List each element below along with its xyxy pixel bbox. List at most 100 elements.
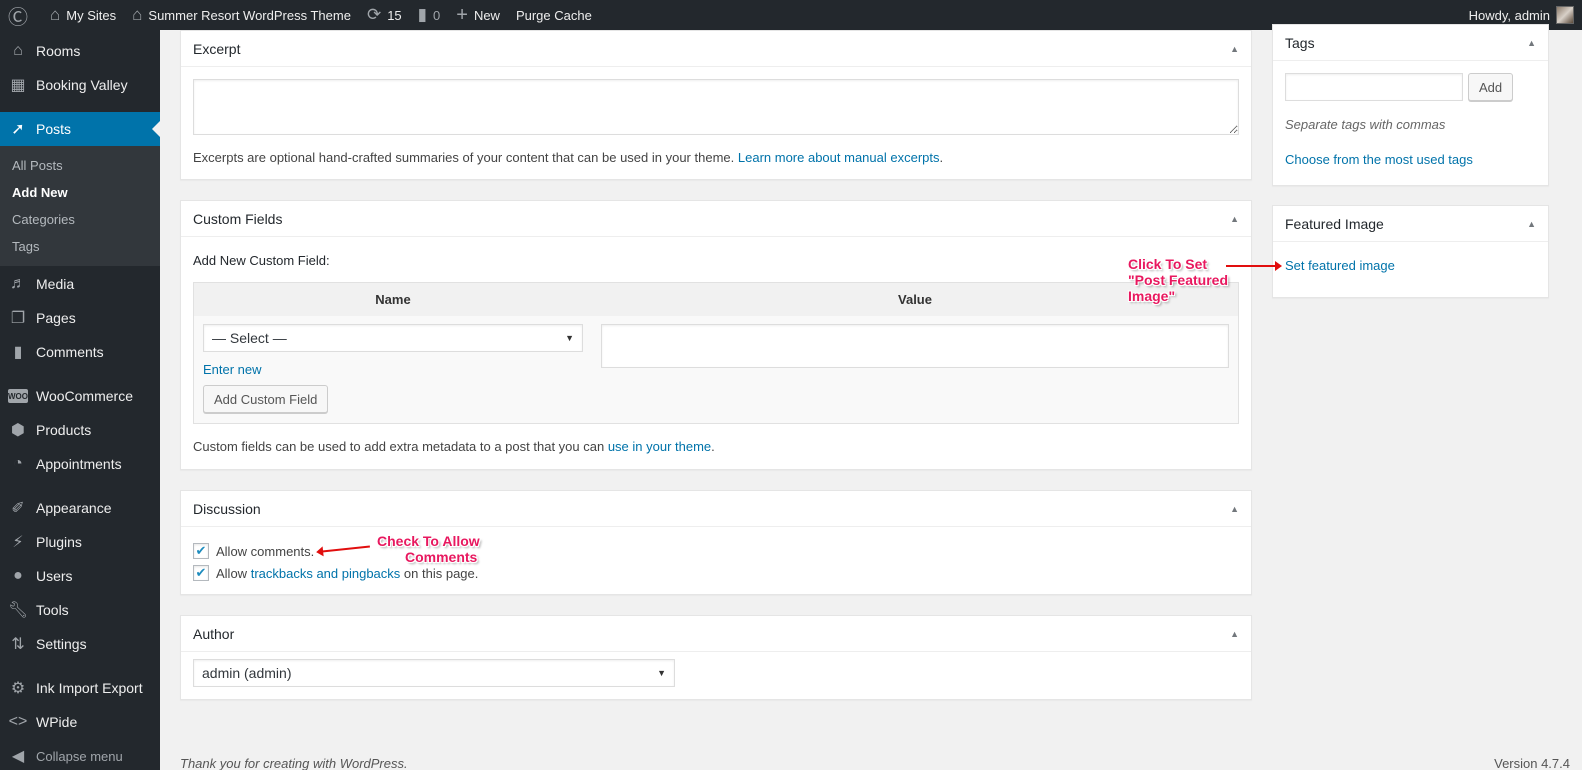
column-header-name: Name	[375, 292, 411, 307]
annotation-line: "Post Featured	[1128, 272, 1228, 288]
custom-field-value-textarea[interactable]	[601, 324, 1229, 368]
sidebar-item-label: Appointments	[36, 456, 122, 472]
sidebar-item-pages[interactable]: ❐ Pages	[0, 301, 160, 335]
sidebar-item-label: Tools	[36, 602, 69, 618]
sidebar-item-settings[interactable]: ⇅ Settings	[0, 627, 160, 661]
sidebar-item-rooms[interactable]: ⌂ Rooms	[0, 34, 160, 68]
custom-fields-title: Custom Fields	[193, 210, 283, 227]
custom-fields-table: Name Value — Select — ▼ Enter new Add Cu…	[193, 282, 1239, 424]
sidebar-item-woocommerce[interactable]: WOO WooCommerce	[0, 379, 160, 413]
tag-input[interactable]	[1285, 73, 1463, 101]
comment-icon: ▮	[417, 5, 428, 24]
sidebar-item-users[interactable]: ● Users	[0, 559, 160, 593]
allow-trackbacks-checkbox[interactable]: ✔	[193, 565, 209, 581]
site-name-menu[interactable]: ⌂ Summer Resort WordPress Theme	[124, 0, 359, 30]
wp-logo-button[interactable]: Ⓒ	[0, 0, 42, 30]
set-featured-image-link[interactable]: Set featured image	[1285, 258, 1395, 273]
chevron-down-icon: ▼	[657, 668, 666, 678]
select-value: admin (admin)	[202, 665, 292, 681]
wrench-icon: 🔧︎	[7, 602, 29, 619]
submenu-all-posts[interactable]: All Posts	[0, 152, 160, 179]
user-icon: ●	[13, 567, 23, 584]
sidebar-item-appearance[interactable]: ✐ Appearance	[0, 491, 160, 525]
allow-comments-label[interactable]: Allow comments.	[216, 544, 314, 559]
sidebar-item-label: Products	[36, 422, 92, 438]
new-content-menu[interactable]: + New	[448, 0, 508, 30]
submenu-categories[interactable]: Categories	[0, 206, 160, 233]
sidebar-item-products[interactable]: ⬢ Products	[0, 413, 160, 447]
custom-fields-header[interactable]: Custom Fields ▲	[181, 201, 1251, 237]
sidebar-item-plugins[interactable]: ⚡ Plugins	[0, 525, 160, 559]
sidebar-item-tools[interactable]: 🔧︎ Tools	[0, 593, 160, 627]
tags-header[interactable]: Tags ▲	[1273, 25, 1548, 61]
sidebar-item-label: Comments	[36, 344, 104, 360]
appointments-icon: ◔	[13, 455, 23, 472]
sidebar-item-appointments[interactable]: ◔ Appointments	[0, 447, 160, 481]
author-select[interactable]: admin (admin) ▼	[193, 659, 675, 687]
discussion-header[interactable]: Discussion ▲	[181, 491, 1251, 527]
annotation-featured-image: Click To Set "Post Featured Image"	[1128, 256, 1228, 304]
sidebar-item-label: WooCommerce	[36, 388, 133, 404]
allow-comments-checkbox[interactable]: ✔	[193, 543, 209, 559]
toggle-arrow-icon[interactable]: ▲	[1230, 214, 1239, 224]
excerpt-help: Excerpts are optional hand-crafted summa…	[193, 150, 1239, 165]
excerpt-textarea[interactable]	[193, 79, 1239, 135]
paintbrush-icon: ✐	[11, 500, 25, 517]
my-sites-menu[interactable]: ⌂ My Sites	[42, 0, 124, 30]
sidebar-item-label: Rooms	[36, 43, 81, 59]
sidebar-item-media[interactable]: ♬ Media	[0, 267, 160, 301]
wordpress-logo-icon: Ⓒ	[8, 6, 28, 29]
excerpt-help-text: Excerpts are optional hand-crafted summa…	[193, 150, 735, 165]
purge-cache-button[interactable]: Purge Cache	[508, 0, 600, 30]
pages-icon: ❐	[10, 310, 26, 327]
excerpt-header[interactable]: Excerpt ▲	[181, 31, 1251, 67]
sidebar-item-label: Users	[36, 568, 73, 584]
featured-image-header[interactable]: Featured Image ▲	[1273, 206, 1548, 242]
sidebar-item-posts[interactable]: ➚ Posts	[0, 112, 160, 146]
submenu-add-new[interactable]: Add New	[0, 179, 160, 206]
sidebar-item-label: Plugins	[36, 534, 82, 550]
sites-icon: ⌂	[50, 5, 61, 24]
sidebar-item-ink-import-export[interactable]: ⚙ Ink Import Export	[0, 671, 160, 705]
toggle-arrow-icon[interactable]: ▲	[1230, 44, 1239, 54]
sidebar-item-comments[interactable]: ▮ Comments	[0, 335, 160, 369]
sidebar-item-label: WPide	[36, 714, 78, 730]
pin-icon: ➚	[11, 121, 25, 138]
updates-menu[interactable]: ⟳ 15	[359, 0, 410, 30]
sidebar-item-booking-valley[interactable]: ▦ Booking Valley	[0, 68, 160, 102]
learn-more-excerpts-link[interactable]: Learn more about manual excerpts	[738, 150, 940, 165]
menu-separator	[0, 481, 160, 491]
toggle-arrow-icon[interactable]: ▲	[1527, 38, 1536, 48]
allow-prefix: Allow	[216, 565, 248, 581]
enter-new-link[interactable]: Enter new	[203, 362, 583, 377]
punctuation: .	[711, 439, 715, 454]
collapse-label: Collapse menu	[36, 748, 123, 764]
toggle-arrow-icon[interactable]: ▲	[1230, 504, 1239, 514]
add-tag-button[interactable]: Add	[1468, 73, 1514, 101]
collapse-menu-button[interactable]: ◀ Collapse menu	[0, 739, 160, 770]
toggle-arrow-icon[interactable]: ▲	[1527, 219, 1536, 229]
menu-separator	[0, 369, 160, 379]
plug-icon: ⚡	[12, 534, 24, 551]
add-custom-field-button[interactable]: Add Custom Field	[203, 385, 329, 413]
gear-icon: ⚙	[10, 680, 26, 697]
trackbacks-link[interactable]: trackbacks and pingbacks	[251, 566, 401, 581]
use-in-your-theme-link[interactable]: use in your theme	[608, 439, 711, 454]
greeting: Howdy, admin	[1468, 7, 1550, 23]
sidebar-item-wpide[interactable]: <> WPide	[0, 705, 160, 739]
comments-count: 0	[433, 7, 441, 23]
home-icon: ⌂	[132, 5, 143, 24]
table-row: — Select — ▼ Enter new Add Custom Field	[194, 316, 1238, 423]
choose-most-used-tags-link[interactable]: Choose from the most used tags	[1285, 152, 1536, 167]
comments-menu[interactable]: ▮ 0	[410, 0, 449, 30]
tags-title: Tags	[1285, 34, 1315, 51]
new-label: New	[473, 7, 500, 23]
menu-separator	[0, 661, 160, 671]
toggle-arrow-icon[interactable]: ▲	[1230, 629, 1239, 639]
author-header[interactable]: Author ▲	[181, 616, 1251, 652]
custom-field-name-select[interactable]: — Select — ▼	[203, 324, 583, 352]
submenu-tags[interactable]: Tags	[0, 233, 160, 260]
sliders-icon: ⇅	[11, 636, 25, 653]
allow-comments-row: ✔ Allow comments.	[193, 543, 1239, 559]
discussion-box: Discussion ▲ ✔ Allow comments. ✔ Allow t…	[180, 490, 1252, 595]
